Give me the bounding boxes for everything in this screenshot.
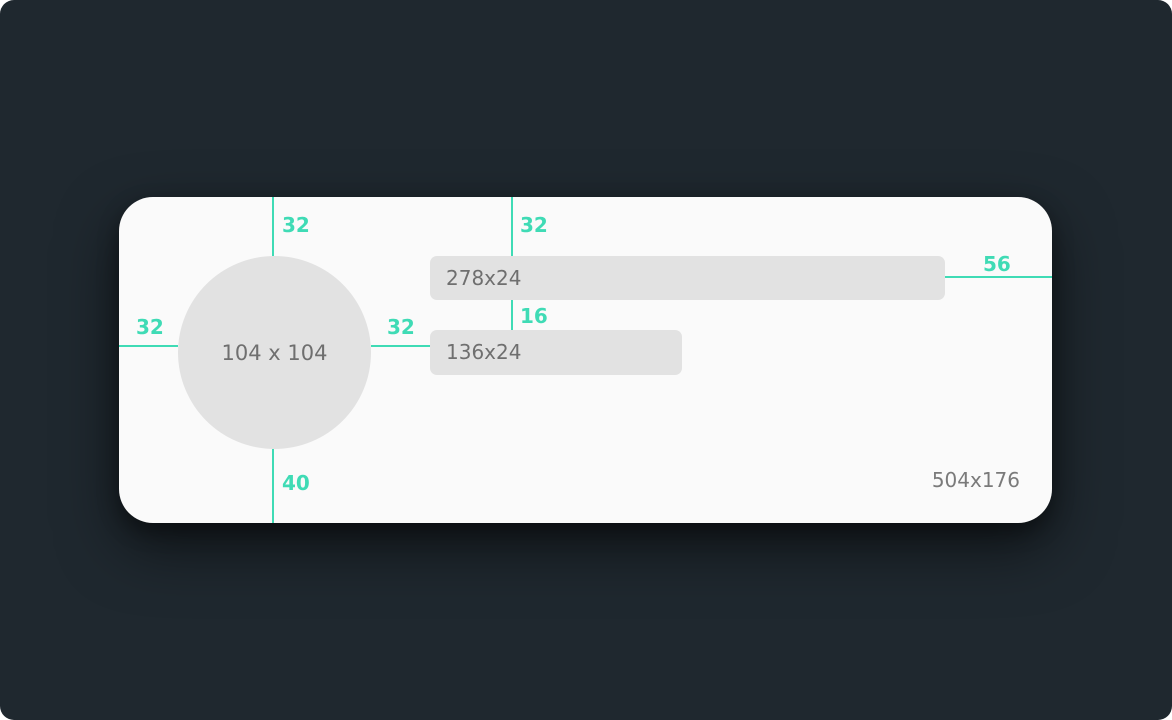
spacing-line-avatar-bottom — [272, 449, 274, 523]
spacing-line-avatar-right — [371, 345, 430, 347]
spacing-value-avatar-right: 32 — [387, 315, 415, 339]
title-size-label: 278x24 — [446, 266, 522, 290]
subtitle-size-label: 136x24 — [446, 340, 522, 364]
spacing-value-avatar-bottom: 40 — [282, 471, 310, 495]
spacing-line-text-top — [511, 197, 513, 256]
spacing-value-text-gap: 16 — [520, 304, 548, 328]
spacing-line-text-gap — [511, 300, 513, 330]
card-size-label: 504x176 — [931, 468, 1020, 492]
avatar-size-label: 104 x 104 — [221, 340, 328, 365]
profile-card: 104 x 104 278x24 136x24 504x176 32 32 32… — [119, 197, 1052, 523]
subtitle-placeholder: 136x24 — [430, 330, 682, 375]
avatar-placeholder: 104 x 104 — [178, 256, 371, 449]
title-placeholder: 278x24 — [430, 256, 945, 300]
spacing-value-avatar-top: 32 — [282, 213, 310, 237]
canvas-background: 104 x 104 278x24 136x24 504x176 32 32 32… — [0, 0, 1172, 720]
spacing-line-avatar-top — [272, 197, 274, 256]
spacing-line-text-right — [945, 276, 1052, 278]
spacing-line-avatar-left — [119, 345, 178, 347]
spacing-value-text-right: 56 — [983, 252, 1011, 276]
spacing-value-avatar-left: 32 — [136, 315, 164, 339]
spacing-value-text-top: 32 — [520, 213, 548, 237]
